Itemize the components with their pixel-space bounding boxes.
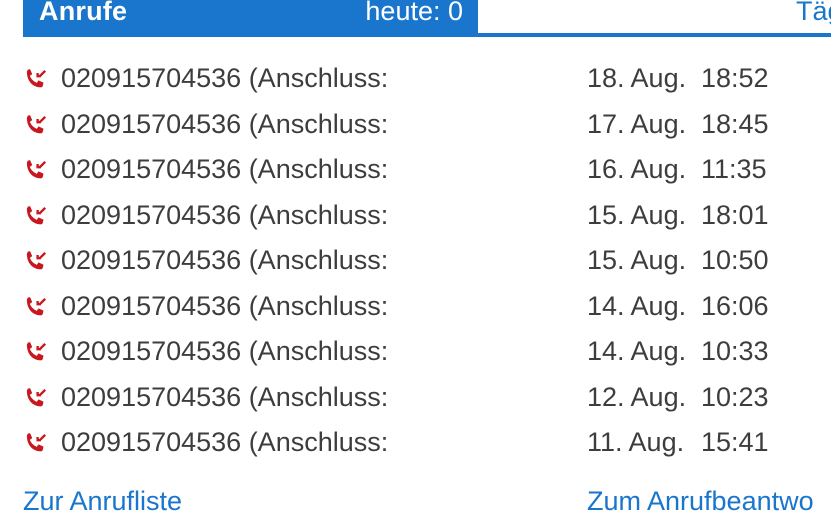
call-time: 10:33 [701, 336, 769, 366]
call-row[interactable]: 020915704536 (Anschluss: 16. Aug. 11:35 [0, 148, 831, 194]
missed-call-icon [26, 160, 47, 179]
call-time: 18:45 [701, 108, 769, 139]
call-time: 10:23 [701, 381, 769, 412]
call-row[interactable]: 020915704536 (Anschluss: 11. Aug. 15:41 [0, 421, 831, 467]
header-divider [478, 33, 831, 37]
call-date: 14. Aug. [587, 290, 687, 321]
call-date: 12. Aug. [587, 381, 687, 412]
call-date: 14. Aug. [587, 336, 687, 366]
call-date: 11. Aug. [587, 427, 685, 457]
call-number: 020915704536 (Anschluss: [61, 290, 389, 321]
missed-call-icon [26, 342, 47, 361]
call-number: 020915704536 (Anschluss: [61, 245, 389, 275]
call-date: 15. Aug. [587, 245, 687, 275]
call-row[interactable]: 020915704536 (Anschluss: 15. Aug. 10:50 [0, 239, 831, 285]
call-date: 15. Aug. [587, 199, 687, 230]
call-time: 16:06 [701, 290, 769, 321]
answering-machine-link[interactable]: Zum Anrufbeantwo [587, 486, 814, 517]
call-number: 020915704536 (Anschluss: [61, 154, 389, 184]
call-number: 020915704536 (Anschluss: [61, 336, 389, 366]
calls-panel-title: Anrufe [39, 0, 128, 26]
call-time: 11:35 [701, 154, 767, 184]
call-time: 10:50 [701, 245, 769, 275]
call-list: 020915704536 (Anschluss: 18. Aug. 18:52 … [0, 57, 831, 467]
call-number: 020915704536 (Anschluss: [61, 63, 389, 93]
call-list-link[interactable]: Zur Anrufliste [23, 486, 182, 517]
next-panel-title[interactable]: Täg [796, 0, 831, 27]
missed-call-icon [26, 205, 47, 224]
missed-call-icon [26, 387, 47, 406]
call-number: 020915704536 (Anschluss: [61, 427, 389, 457]
missed-call-icon [26, 433, 47, 452]
calls-today-count: heute: 0 [365, 0, 463, 26]
call-row[interactable]: 020915704536 (Anschluss: 17. Aug. 18:45 [0, 103, 831, 149]
missed-call-icon [26, 251, 47, 270]
call-time: 18:01 [701, 199, 769, 230]
call-row[interactable]: 020915704536 (Anschluss: 14. Aug. 10:33 [0, 330, 831, 376]
calls-panel-header: Anrufe heute: 0 [23, 0, 478, 37]
call-time: 15:41 [701, 427, 769, 457]
missed-call-icon [26, 296, 47, 315]
call-row[interactable]: 020915704536 (Anschluss: 12. Aug. 10:23 [0, 376, 831, 422]
call-date: 18. Aug. [587, 63, 687, 93]
call-time: 18:52 [701, 63, 769, 93]
missed-call-icon [26, 114, 47, 133]
call-date: 16. Aug. [587, 154, 687, 184]
call-number: 020915704536 (Anschluss: [61, 381, 389, 412]
call-date: 17. Aug. [587, 108, 687, 139]
call-row[interactable]: 020915704536 (Anschluss: 14. Aug. 16:06 [0, 285, 831, 331]
call-row[interactable]: 020915704536 (Anschluss: 18. Aug. 18:52 [0, 57, 831, 103]
missed-call-icon [26, 69, 47, 88]
call-number: 020915704536 (Anschluss: [61, 108, 389, 139]
call-number: 020915704536 (Anschluss: [61, 199, 389, 230]
call-row[interactable]: 020915704536 (Anschluss: 15. Aug. 18:01 [0, 194, 831, 240]
